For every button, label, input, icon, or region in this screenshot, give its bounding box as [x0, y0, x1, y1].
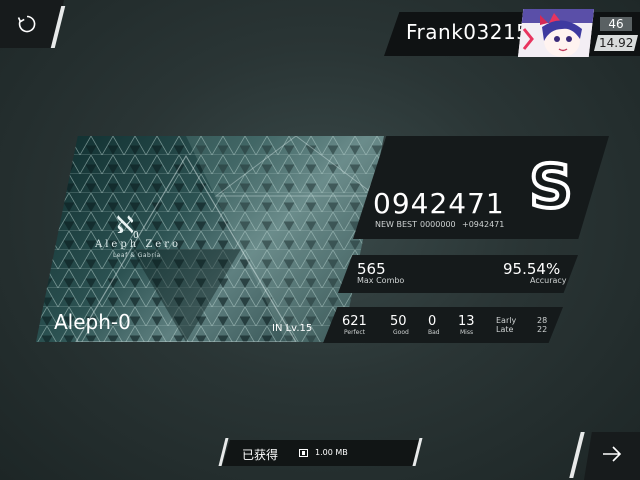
late-label: Late — [496, 325, 514, 334]
good-label: Good — [393, 329, 409, 336]
score-value: 0942471 — [373, 187, 505, 220]
avatar[interactable] — [518, 9, 594, 57]
player-rank: 46 — [600, 17, 632, 31]
art-title: Aleph Zero — [95, 239, 182, 250]
bad-count: 0 — [428, 314, 437, 329]
new-best-label: NEW BEST — [375, 220, 417, 229]
player-name: Frank03215 — [406, 20, 530, 44]
art-glyph: ℵ — [116, 211, 134, 239]
max-combo-label: Max Combo — [357, 276, 405, 285]
player-rks: 14.92 — [594, 35, 638, 51]
bad-label: Bad — [428, 329, 440, 336]
reward-label: 已获得 — [242, 448, 279, 462]
art-subtitle: Leaf & Gabria — [113, 252, 161, 259]
miss-count: 13 — [458, 314, 475, 329]
previous-best: 0000000 — [420, 220, 456, 229]
arrow-right-icon[interactable] — [601, 445, 623, 463]
perfect-label: Perfect — [344, 329, 366, 336]
song-difficulty: IN Lv.15 — [272, 323, 313, 334]
early-count: 28 — [537, 316, 548, 325]
song-name: Aleph-0 — [54, 310, 131, 334]
early-label: Early — [496, 316, 517, 325]
good-count: 50 — [390, 314, 407, 329]
next-divider — [569, 432, 585, 478]
reward-size: 1.00 MB — [315, 448, 348, 457]
score-delta: +0942471 — [462, 220, 505, 229]
retry-icon[interactable] — [17, 14, 37, 34]
late-count: 22 — [537, 325, 548, 334]
accuracy-label: Accuracy — [530, 276, 567, 285]
grade-badge: S — [527, 155, 574, 217]
miss-label: Miss — [460, 329, 474, 336]
perfect-count: 621 — [342, 314, 367, 329]
svg-text:S: S — [529, 155, 572, 217]
data-icon — [299, 449, 308, 457]
